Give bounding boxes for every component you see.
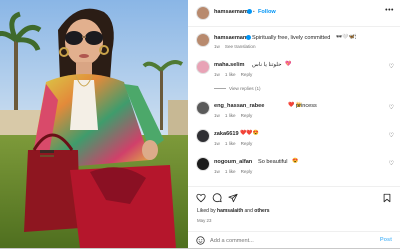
comment-avatar[interactable] [196,101,210,115]
likes-user[interactable]: hamsalaith [217,208,243,214]
comment-time: 1w [214,141,220,146]
comment-username[interactable]: eng_hassan_rabee [214,103,264,109]
post-date: May 23 [197,218,212,223]
bookmark-icon[interactable] [382,193,392,203]
like-comment-icon[interactable]: ♡ [389,104,394,111]
more-options-icon[interactable]: ••• [385,7,394,14]
likes-summary: Liked by hamsalaith and others [197,208,270,214]
comment-time: 1w [214,113,220,118]
likes-others[interactable]: others [254,208,269,214]
comment-avatar[interactable] [196,157,210,171]
likes-prefix: Liked by [197,208,216,214]
comment-emoji: 😍 [292,158,299,164]
share-icon[interactable] [228,193,238,203]
post-modal: hamsaemam • Follow ••• hamsaemam Spiritu… [0,0,400,248]
like-comment-icon[interactable]: ♡ [389,132,394,139]
like-comment-icon[interactable]: ♡ [389,160,394,167]
comment-meta: 1w 1 like Reply [214,72,257,77]
post-username[interactable]: hamsaemam [214,9,248,15]
reply-button[interactable]: Reply [241,113,253,118]
comment-meta: 1w 1 like Reply [214,141,257,146]
caption-username[interactable]: hamsaemam [214,35,248,41]
comment-likes[interactable]: 1 like [225,141,236,146]
like-comment-icon[interactable]: ♡ [389,63,394,70]
see-translation-link[interactable]: See translation [225,44,256,49]
comment-input[interactable] [210,235,360,246]
heart-icon[interactable] [196,193,206,203]
comment-likes[interactable]: 1 like [225,72,236,77]
comment-username[interactable]: maha.selim [214,62,244,68]
comment-meta: 1w 1 like Reply [214,169,257,174]
avatar[interactable] [196,6,210,20]
comment-text: حلوتنا يا ناس [252,62,282,68]
verified-badge-icon [246,35,251,40]
post-header: hamsaemam • Follow ••• [188,0,400,27]
view-replies-link[interactable]: View replies (1) [214,86,266,91]
likes-suffix: and [244,208,253,214]
comment-emoji: ❤️❤️😍 [240,130,259,136]
comment-username[interactable]: zaka6619 [214,131,239,137]
comment-icon[interactable] [212,193,222,203]
comment-text: So beautiful [258,159,288,165]
comment-username[interactable]: nogoum_alfan [214,159,252,165]
comment-avatar[interactable] [196,60,210,74]
view-replies-label: View replies (1) [229,86,261,91]
post-comment-button[interactable]: Post [380,237,392,243]
caption-avatar[interactable] [196,33,210,47]
reply-button[interactable]: Reply [241,72,253,77]
caption-time: 1w [214,44,220,49]
comment-time: 1w [214,72,220,77]
post-photo[interactable] [0,0,188,248]
verified-badge-icon [247,9,252,14]
caption-meta: 1w See translation [214,44,261,49]
comment-text: princess [296,103,317,109]
comment-time: 1w [214,169,220,174]
header-bullet: • [253,9,255,14]
post-side-panel: hamsaemam • Follow ••• hamsaemam Spiritu… [188,0,400,248]
comment-avatar[interactable] [196,129,210,143]
comment-meta: 1w 1 like Reply [214,113,257,118]
reply-button[interactable]: Reply [241,169,253,174]
reply-button[interactable]: Reply [241,141,253,146]
emoji-icon[interactable] [196,236,205,245]
caption-emoji: 🕶🤍🦋🕯 [336,34,357,40]
follow-button[interactable]: Follow [258,9,276,15]
comment-emoji: 💖 [285,61,292,67]
comment-likes[interactable]: 1 like [225,113,236,118]
add-comment-bar: Post [188,231,400,249]
caption-text: Spiritually free, lively committed [252,35,331,41]
post-image [0,0,188,248]
comment-likes[interactable]: 1 like [225,169,236,174]
